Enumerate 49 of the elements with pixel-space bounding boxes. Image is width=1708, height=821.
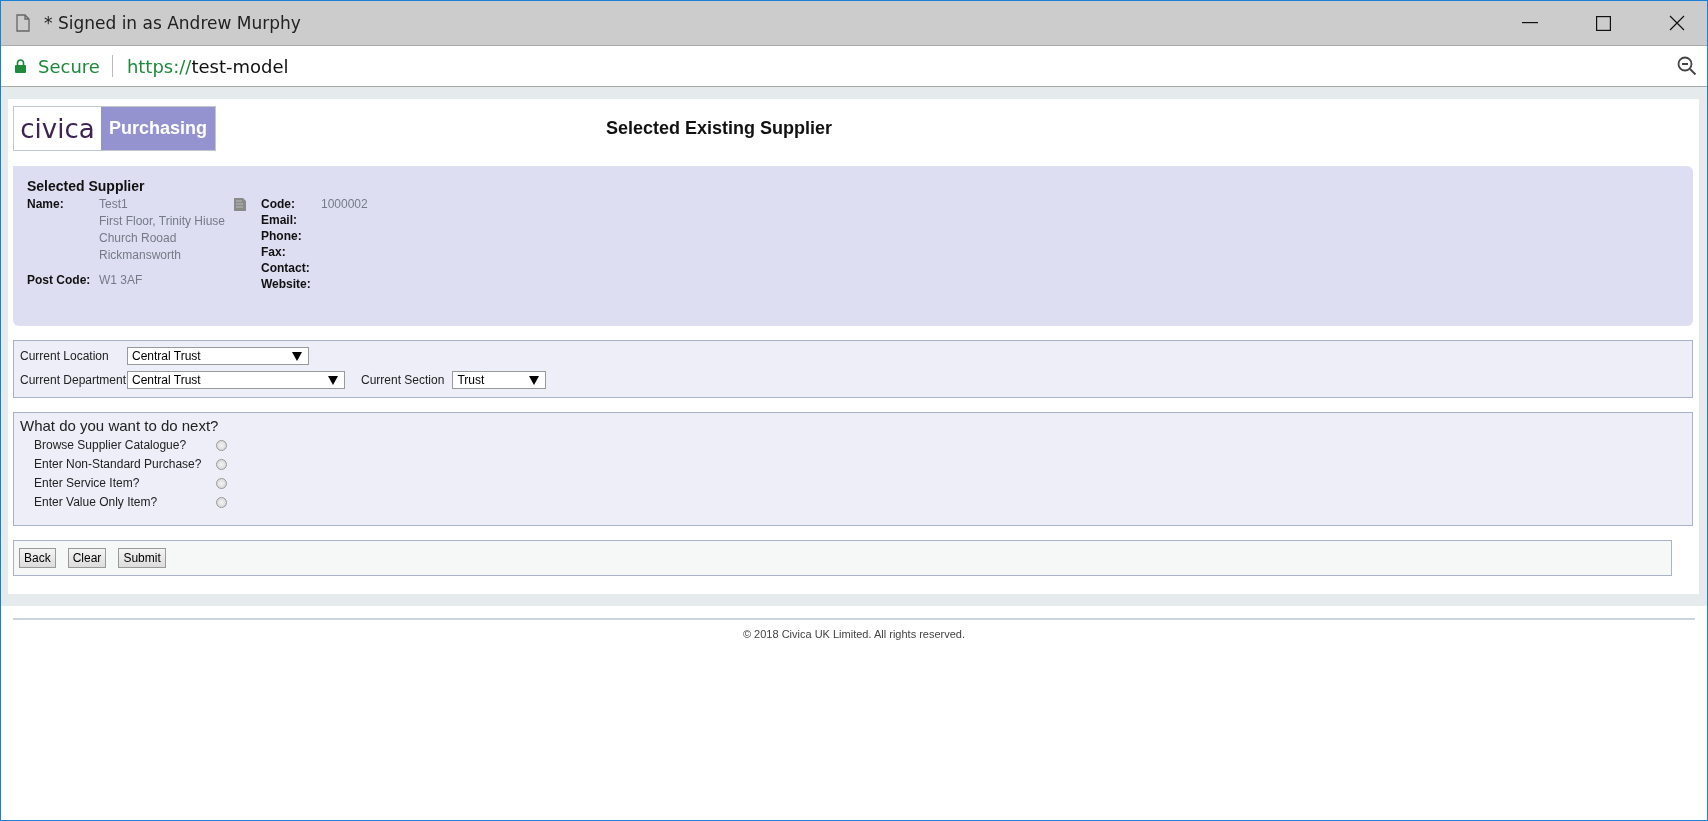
action-button[interactable]: Back: [19, 548, 56, 568]
field-label: Email:: [261, 213, 298, 227]
security-label: Secure: [38, 55, 100, 77]
copyright-text: © 2018 Civica UK Limited. All rights reserved.: [13, 618, 1695, 640]
field-label: Current Section: [361, 373, 445, 387]
radio-button[interactable]: [216, 439, 227, 451]
field-value: W1 3AF: [99, 273, 143, 287]
radio-button[interactable]: [216, 477, 227, 489]
field-label: Current Location: [20, 349, 110, 363]
zoom-out-icon[interactable]: [1677, 56, 1697, 76]
field-value: First Floor, Trinity Hiuse: [99, 214, 226, 228]
field-value: Church Rooad: [99, 231, 178, 245]
field-label: Name:: [27, 197, 65, 213]
notepad-icon[interactable]: [233, 197, 247, 212]
caret-icon: [328, 375, 338, 385]
caret-icon: [529, 375, 540, 385]
field-label: Contact:: [261, 261, 311, 275]
maximize-icon[interactable]: [1596, 15, 1611, 31]
field-label: Current Department: [20, 373, 127, 387]
field-label: Phone:: [261, 229, 303, 243]
minimize-icon[interactable]: [1522, 22, 1538, 24]
document-icon: [16, 14, 30, 32]
logo: civica Purchasing: [13, 106, 216, 151]
option-label: Enter Service Item?: [34, 476, 141, 490]
caret-icon: [292, 351, 302, 361]
field-label: Website:: [261, 277, 312, 291]
question-text: What do you want to do next?: [20, 417, 220, 434]
window-title: * Signed in as Andrew Murphy: [44, 13, 301, 33]
radio-button[interactable]: [216, 496, 227, 508]
close-icon[interactable]: [1669, 15, 1685, 31]
field-label: Fax:: [261, 245, 287, 259]
radio-button[interactable]: [216, 458, 227, 470]
field-label: Code:: [261, 197, 296, 211]
dropdown[interactable]: Central Trust: [127, 371, 345, 389]
option-label: Enter Non-Standard Purchase?: [34, 457, 203, 471]
option-label: Browse Supplier Catalogue?: [34, 438, 188, 452]
field-label: Post Code:: [27, 273, 92, 287]
field-value: 1000002: [321, 197, 368, 211]
action-button[interactable]: Clear: [67, 548, 107, 568]
field-value: Test1: [99, 197, 129, 211]
section-heading: Selected Supplier: [27, 178, 146, 194]
lock-icon: [15, 59, 26, 73]
field-value: Rickmansworth: [99, 248, 183, 262]
dropdown[interactable]: Trust: [452, 371, 547, 389]
url-text[interactable]: https://test-model: [126, 55, 289, 77]
action-button[interactable]: Submit: [118, 548, 166, 568]
option-label: Enter Value Only Item?: [34, 495, 159, 509]
dropdown[interactable]: Central Trust: [127, 347, 309, 365]
page-title: Selected Existing Supplier: [606, 118, 833, 139]
